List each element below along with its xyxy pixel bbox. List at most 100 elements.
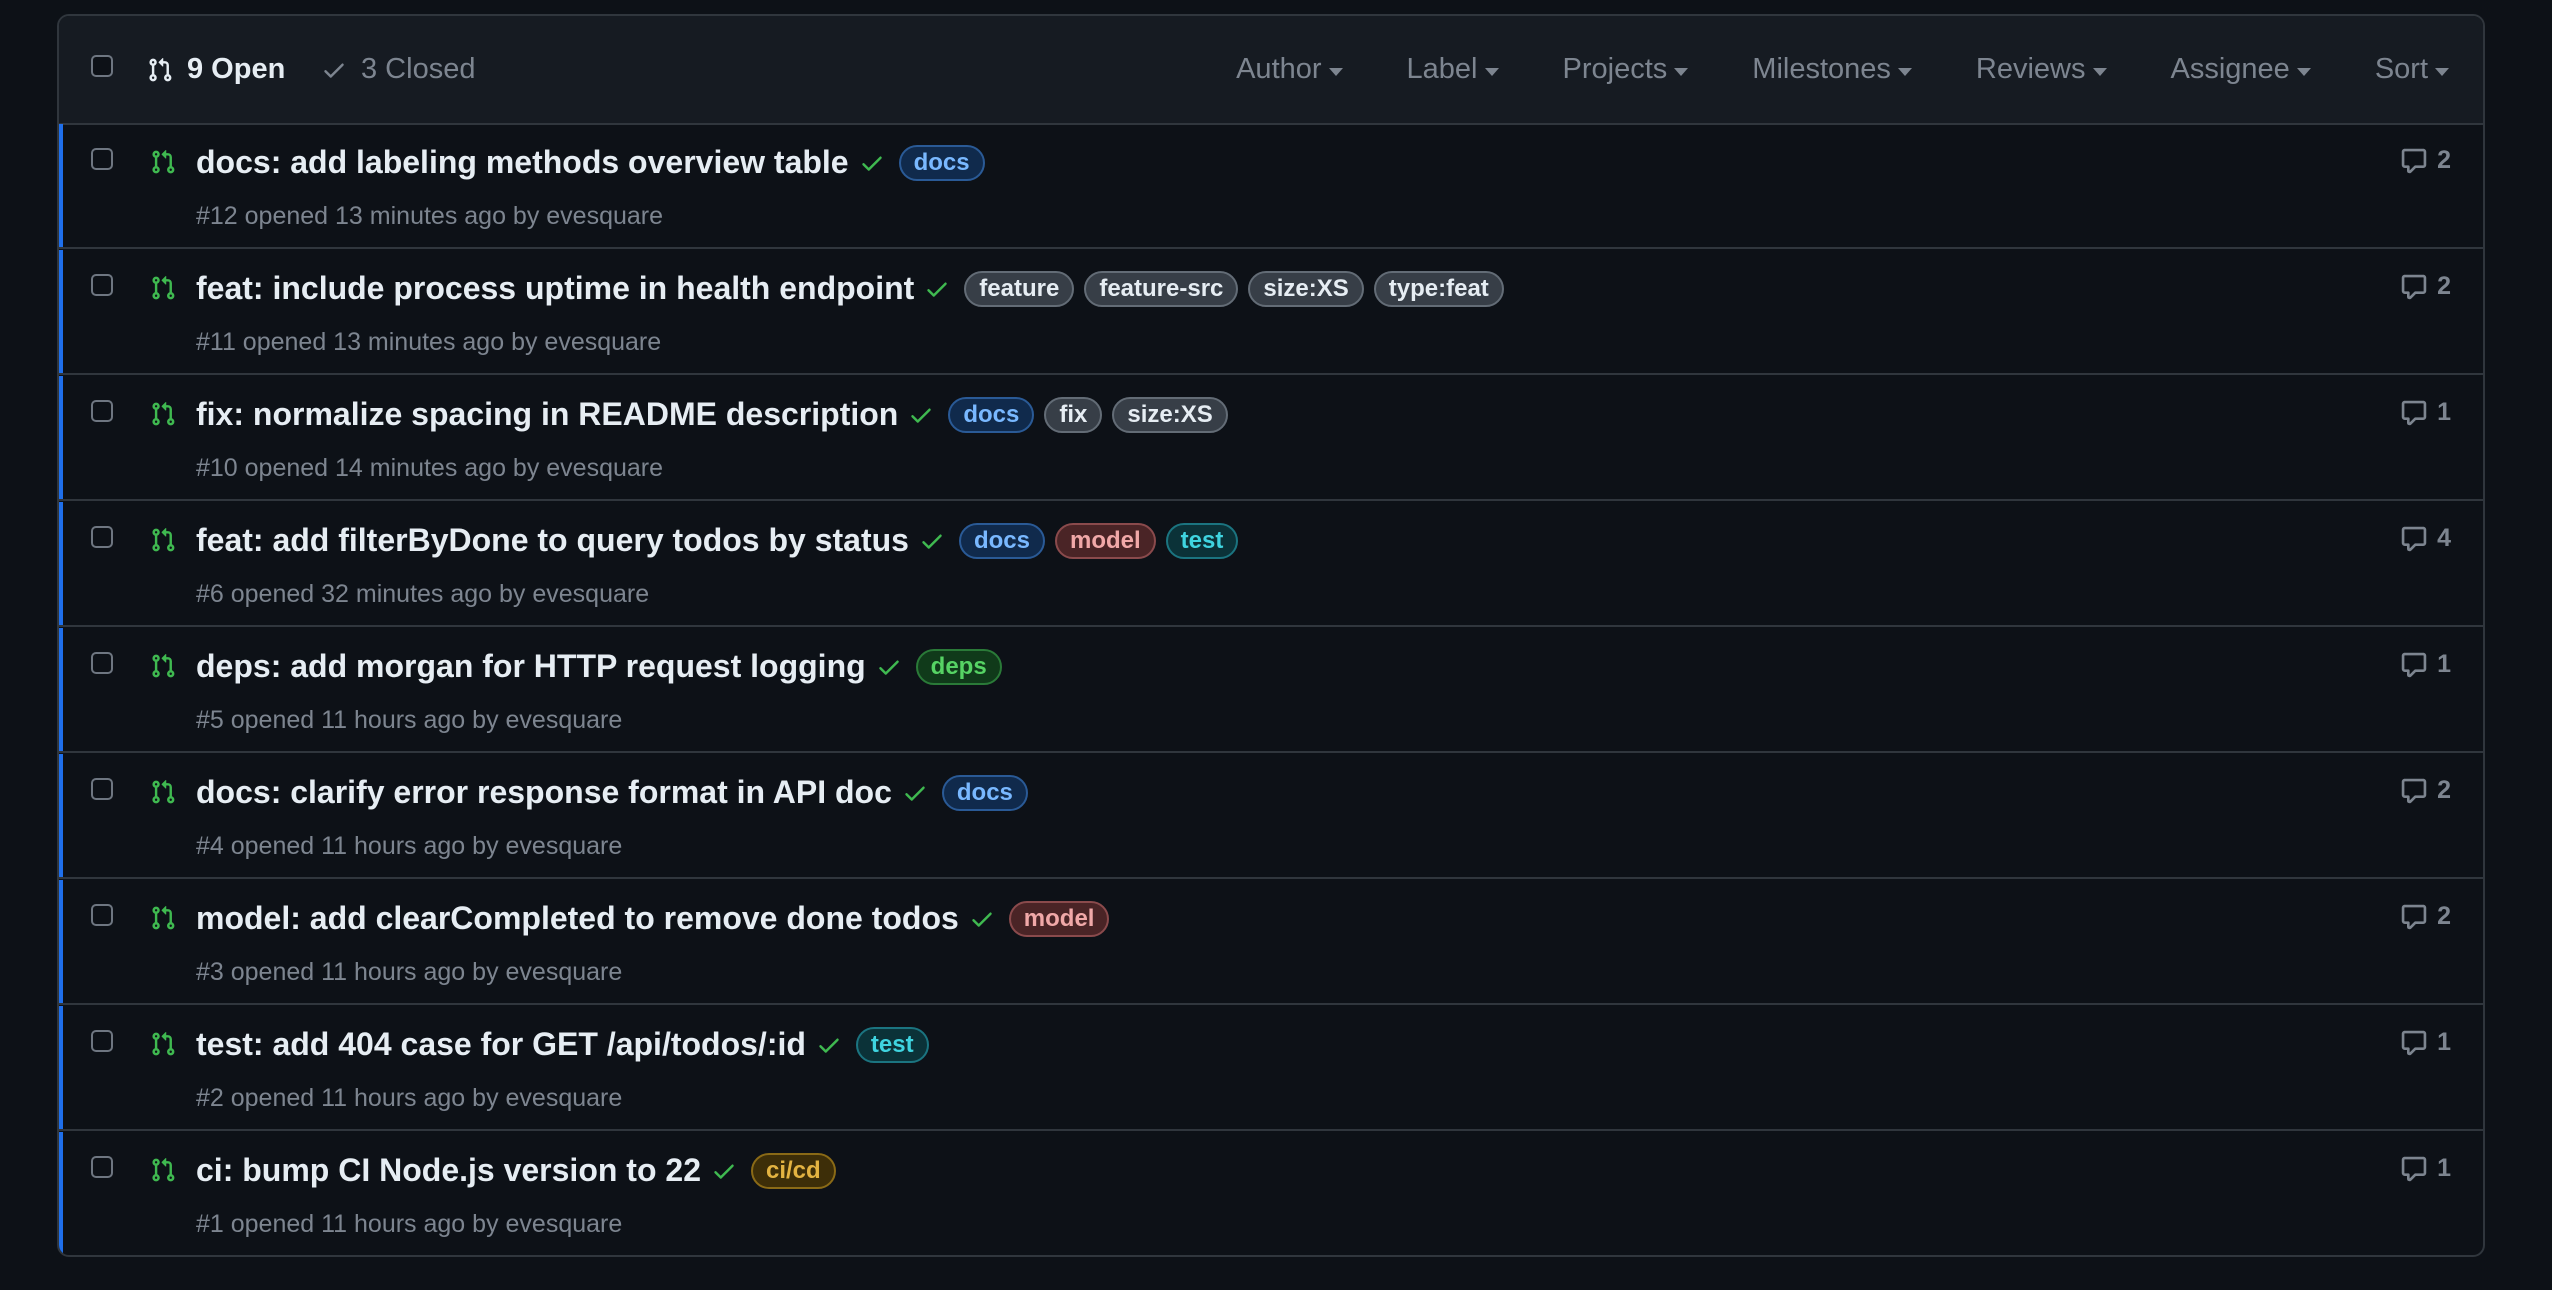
comment-count: 1 <box>2437 1154 2451 1182</box>
pull-request-title-link[interactable]: docs: add labeling methods overview tabl… <box>196 144 849 181</box>
ci-success-check-icon[interactable] <box>859 150 885 176</box>
label-badge[interactable]: docs <box>948 396 1035 433</box>
ci-success-check-icon[interactable] <box>876 654 902 680</box>
pull-request-open-icon <box>152 149 175 174</box>
row-checkbox[interactable] <box>91 400 113 422</box>
comment-count: 2 <box>2437 776 2451 804</box>
projects-filter[interactable]: Projects <box>1563 53 1689 86</box>
row-checkbox[interactable] <box>91 526 113 548</box>
pull-request-open-icon <box>152 1157 175 1182</box>
pull-request-row[interactable]: feat: include process uptime in health e… <box>59 250 2483 375</box>
pull-request-meta: #4 opened 11 hours ago by evesquare <box>196 832 623 860</box>
ci-success-check-icon[interactable] <box>919 528 945 554</box>
comment-icon <box>2401 652 2427 677</box>
ci-success-check-icon[interactable] <box>924 276 950 302</box>
caret-down-icon <box>2296 67 2311 76</box>
row-checkbox[interactable] <box>91 148 113 170</box>
pull-request-row[interactable]: docs: clarify error response format in A… <box>59 754 2483 879</box>
select-all-checkbox[interactable] <box>91 55 113 77</box>
label-badge[interactable]: model <box>1054 522 1156 559</box>
pull-request-meta: #11 opened 13 minutes ago by evesquare <box>196 328 662 356</box>
comment-count-link[interactable]: 1 <box>2400 1028 2451 1057</box>
ci-success-check-icon[interactable] <box>816 1032 842 1058</box>
sort-filter[interactable]: Sort <box>2375 53 2449 86</box>
row-checkbox[interactable] <box>91 652 113 674</box>
pull-request-list: 9 Open 3 Closed Author Label Projects Mi… <box>57 14 2485 1257</box>
label-badge[interactable]: fix <box>1044 396 1103 433</box>
pull-request-meta: #12 opened 13 minutes ago by evesquare <box>196 202 664 230</box>
ci-success-check-icon[interactable] <box>902 780 928 806</box>
label-badge[interactable]: deps <box>915 648 1002 685</box>
label-badge[interactable]: size:XS <box>1112 396 1228 433</box>
label-badge[interactable]: type:feat <box>1373 270 1504 307</box>
label-badge[interactable]: feature-src <box>1084 270 1239 307</box>
pull-request-title-link[interactable]: ci: bump CI Node.js version to 22 <box>196 1152 701 1189</box>
comment-count: 2 <box>2437 146 2451 174</box>
ci-success-check-icon[interactable] <box>969 906 995 932</box>
caret-down-icon <box>1674 67 1689 76</box>
comment-count-link[interactable]: 1 <box>2400 1154 2451 1183</box>
comment-count-link[interactable]: 4 <box>2400 524 2451 553</box>
pull-request-title-link[interactable]: feat: add filterByDone to query todos by… <box>196 522 909 559</box>
pull-request-title-link[interactable]: deps: add morgan for HTTP request loggin… <box>196 648 866 685</box>
comment-count: 2 <box>2437 272 2451 300</box>
closed-filter-tab[interactable]: 3 Closed <box>321 16 475 123</box>
comment-icon <box>2401 148 2427 173</box>
pull-request-row[interactable]: ci: bump CI Node.js version to 22 ci/cd … <box>59 1132 2483 1255</box>
pull-request-row[interactable]: docs: add labeling methods overview tabl… <box>59 124 2483 249</box>
pull-request-row[interactable]: fix: normalize spacing in README descrip… <box>59 376 2483 501</box>
pull-request-title-link[interactable]: docs: clarify error response format in A… <box>196 774 892 811</box>
row-checkbox[interactable] <box>91 274 113 296</box>
open-filter-tab[interactable]: 9 Open <box>147 16 285 123</box>
unread-indicator <box>59 124 63 247</box>
ci-success-check-icon[interactable] <box>908 402 934 428</box>
caret-down-icon <box>1897 67 1912 76</box>
unread-indicator <box>59 1132 63 1255</box>
label-filter[interactable]: Label <box>1407 53 1499 86</box>
assignee-filter[interactable]: Assignee <box>2171 53 2311 86</box>
closed-count-label: 3 Closed <box>361 53 476 85</box>
label-badge[interactable]: test <box>855 1026 929 1063</box>
row-checkbox[interactable] <box>91 1030 113 1052</box>
label-badge[interactable]: model <box>1008 900 1110 937</box>
pull-request-title-link[interactable]: test: add 404 case for GET /api/todos/:i… <box>196 1026 806 1063</box>
caret-down-icon <box>1484 67 1499 76</box>
pull-request-title-link[interactable]: model: add clearCompleted to remove done… <box>196 900 959 937</box>
ci-success-check-icon[interactable] <box>711 1158 737 1184</box>
open-count-label: 9 Open <box>187 53 286 85</box>
comment-count-link[interactable]: 2 <box>2400 272 2451 301</box>
milestones-filter[interactable]: Milestones <box>1752 53 1912 86</box>
label-badge[interactable]: test <box>1165 522 1239 559</box>
author-filter[interactable]: Author <box>1236 53 1343 86</box>
pull-request-open-icon <box>152 275 175 300</box>
label-badge[interactable]: ci/cd <box>750 1152 836 1189</box>
reviews-filter[interactable]: Reviews <box>1976 53 2107 86</box>
comment-count: 4 <box>2437 524 2451 552</box>
pull-request-row[interactable]: test: add 404 case for GET /api/todos/:i… <box>59 1006 2483 1131</box>
pull-request-row[interactable]: feat: add filterByDone to query todos by… <box>59 502 2483 627</box>
row-checkbox[interactable] <box>91 1156 113 1178</box>
unread-indicator <box>59 628 63 751</box>
comment-icon <box>2401 1156 2427 1181</box>
label-badge[interactable]: docs <box>958 522 1045 559</box>
pull-request-title-link[interactable]: fix: normalize spacing in README descrip… <box>196 396 898 433</box>
comment-count-link[interactable]: 2 <box>2400 776 2451 805</box>
comment-count-link[interactable]: 2 <box>2400 902 2451 931</box>
pull-request-row[interactable]: model: add clearCompleted to remove done… <box>59 880 2483 1005</box>
label-badge[interactable]: docs <box>898 144 985 181</box>
comment-count-link[interactable]: 1 <box>2400 398 2451 427</box>
comment-count-link[interactable]: 1 <box>2400 650 2451 679</box>
row-checkbox[interactable] <box>91 778 113 800</box>
pull-request-title-link[interactable]: feat: include process uptime in health e… <box>196 270 914 307</box>
label-badge[interactable]: size:XS <box>1248 270 1364 307</box>
comment-count-link[interactable]: 2 <box>2400 146 2451 175</box>
pull-request-open-icon <box>152 653 175 678</box>
pull-request-row[interactable]: deps: add morgan for HTTP request loggin… <box>59 628 2483 753</box>
row-checkbox[interactable] <box>91 904 113 926</box>
label-badge[interactable]: docs <box>941 774 1028 811</box>
pull-request-meta: #2 opened 11 hours ago by evesquare <box>196 1084 623 1112</box>
comment-icon <box>2401 526 2427 551</box>
label-badge[interactable]: feature <box>964 270 1075 307</box>
unread-indicator <box>59 502 63 625</box>
comment-icon <box>2401 400 2427 425</box>
